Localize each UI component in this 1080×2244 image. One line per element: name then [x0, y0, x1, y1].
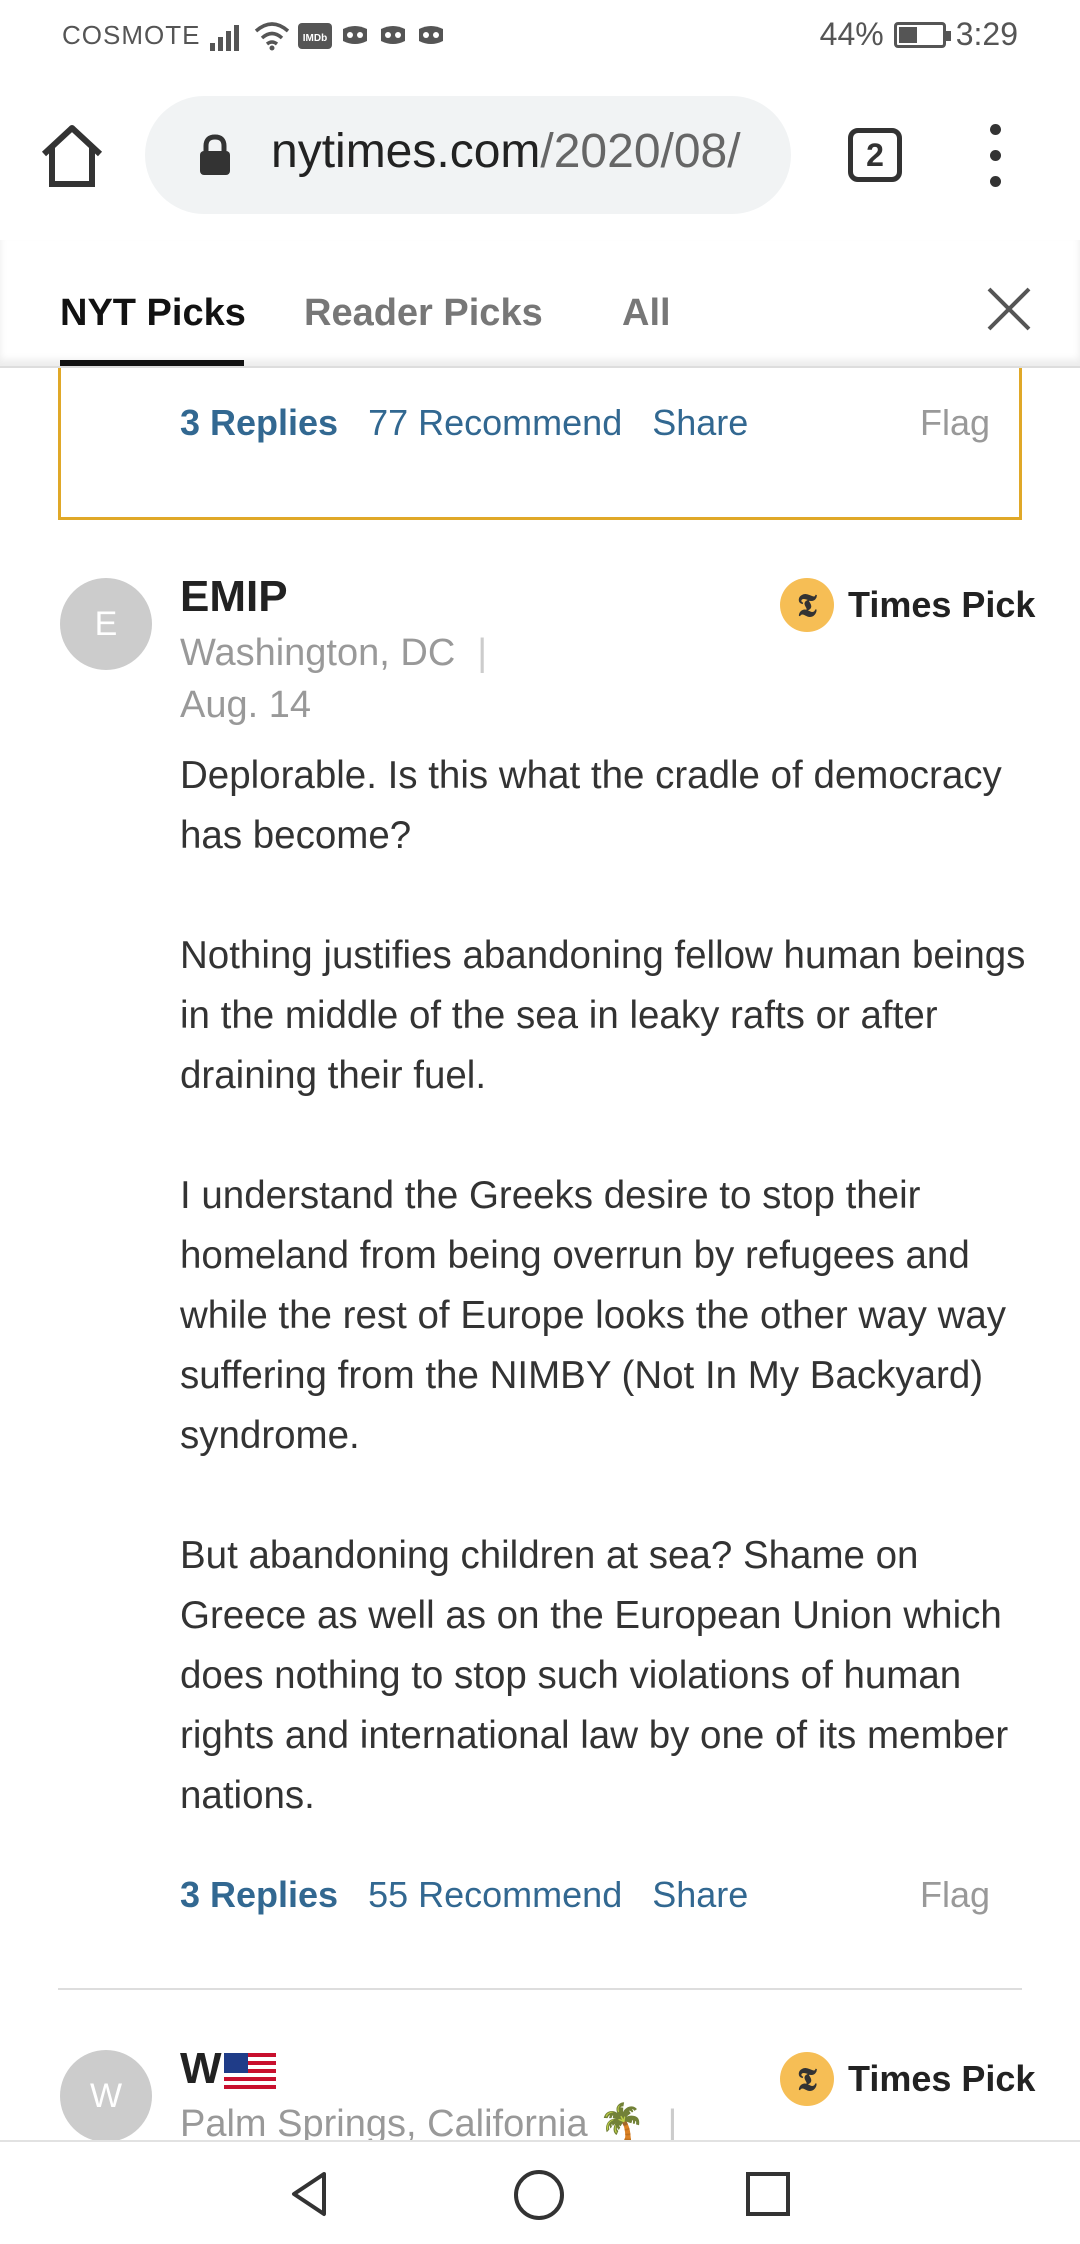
- location-text: Washington, DC: [180, 632, 456, 674]
- close-icon[interactable]: [986, 286, 1032, 332]
- notification-icon: [419, 26, 443, 44]
- tab-nyt-picks[interactable]: NYT Picks: [60, 292, 246, 335]
- comment-date: Aug. 14: [180, 684, 311, 726]
- comment-actions: 3 Replies 55 Recommend Share: [180, 1874, 748, 1916]
- recents-icon[interactable]: [744, 2168, 792, 2220]
- back-icon[interactable]: [284, 2168, 336, 2220]
- comment-divider: [58, 1988, 1022, 1990]
- avatar: W: [60, 2050, 152, 2142]
- location-separator: |: [667, 2103, 678, 2145]
- times-pick-label: Times Pick: [848, 2058, 1036, 2099]
- status-bar: COSMOTE IMDb 44% 3:29: [0, 0, 1080, 72]
- comment-paragraph: I understand the Greeks desire to stop t…: [180, 1174, 1007, 1457]
- status-right: 44% 3:29: [820, 16, 1018, 53]
- previous-comment-actions: 3 Replies 77 Recommend Share: [180, 402, 748, 444]
- comment-author: EMIP: [180, 572, 288, 621]
- status-icons: IMDb: [210, 18, 446, 54]
- comment-body: Deplorable. Is this what the cradle of d…: [180, 746, 1030, 1826]
- browser-toolbar: nytimes.com/2020/08/ 2: [0, 72, 1080, 240]
- url-text: nytimes.com/2020/08/: [271, 124, 741, 179]
- battery-icon: [893, 21, 951, 48]
- battery-level: [898, 26, 917, 43]
- comment-paragraph: But abandoning children at sea? Shame on…: [180, 1534, 1009, 1817]
- location-text: Palm Springs, California 🌴: [180, 2103, 646, 2145]
- location-separator: |: [477, 632, 488, 674]
- flag-button[interactable]: Flag: [920, 402, 990, 444]
- active-tab-indicator: [60, 360, 244, 366]
- comment-paragraph: Deplorable. Is this what the cradle of d…: [180, 754, 1002, 857]
- url-domain: nytimes.com: [271, 125, 541, 178]
- recommend-button[interactable]: 77 Recommend: [368, 402, 622, 444]
- clock: 3:29: [955, 16, 1018, 52]
- battery-percent: 44%: [819, 16, 884, 52]
- nyt-logo-icon: 𝕿: [780, 578, 834, 632]
- tab-switcher-button[interactable]: 2: [848, 128, 902, 182]
- share-button[interactable]: Share: [652, 402, 748, 444]
- us-flag-icon: [223, 2053, 276, 2090]
- system-nav-bar: [0, 2140, 1080, 2244]
- notification-icon: [381, 26, 405, 44]
- comments-tabs: NYT Picks Reader Picks All: [0, 240, 1080, 368]
- svg-text:IMDb: IMDb: [303, 33, 327, 44]
- tab-all[interactable]: All: [622, 292, 671, 335]
- times-pick-badge: 𝕿 Times Pick: [780, 578, 1035, 632]
- imdb-icon: IMDb: [298, 23, 332, 49]
- carrier-name: COSMOTE: [62, 20, 201, 50]
- flag-button[interactable]: Flag: [920, 1874, 990, 1916]
- nyt-logo-icon: 𝕿: [780, 2052, 834, 2106]
- times-pick-badge: 𝕿 Times Pick: [780, 2052, 1035, 2106]
- comment-paragraph: Nothing justifies abandoning fellow huma…: [180, 934, 1026, 1097]
- comment-location: Washington, DC |: [180, 632, 487, 675]
- notification-icon: [343, 26, 367, 44]
- recommend-button[interactable]: 55 Recommend: [368, 1874, 622, 1916]
- wifi-icon: [254, 22, 290, 51]
- replies-button[interactable]: 3 Replies: [180, 402, 338, 444]
- previous-comment-card: [58, 368, 1022, 520]
- times-pick-label: Times Pick: [848, 584, 1036, 625]
- comment-author: W: [180, 2044, 276, 2094]
- home-nav-icon[interactable]: [512, 2168, 566, 2222]
- author-name: W: [180, 2044, 222, 2093]
- share-button[interactable]: Share: [652, 1874, 748, 1916]
- avatar: E: [60, 578, 152, 670]
- tab-reader-picks[interactable]: Reader Picks: [304, 292, 543, 335]
- url-bar[interactable]: nytimes.com/2020/08/: [145, 96, 791, 214]
- signal-icon: [210, 25, 239, 51]
- replies-button[interactable]: 3 Replies: [180, 1874, 338, 1916]
- url-path: /2020/08/: [540, 125, 741, 178]
- home-icon[interactable]: [36, 120, 108, 192]
- overflow-menu-icon[interactable]: [980, 124, 1010, 188]
- lock-icon: [200, 134, 230, 175]
